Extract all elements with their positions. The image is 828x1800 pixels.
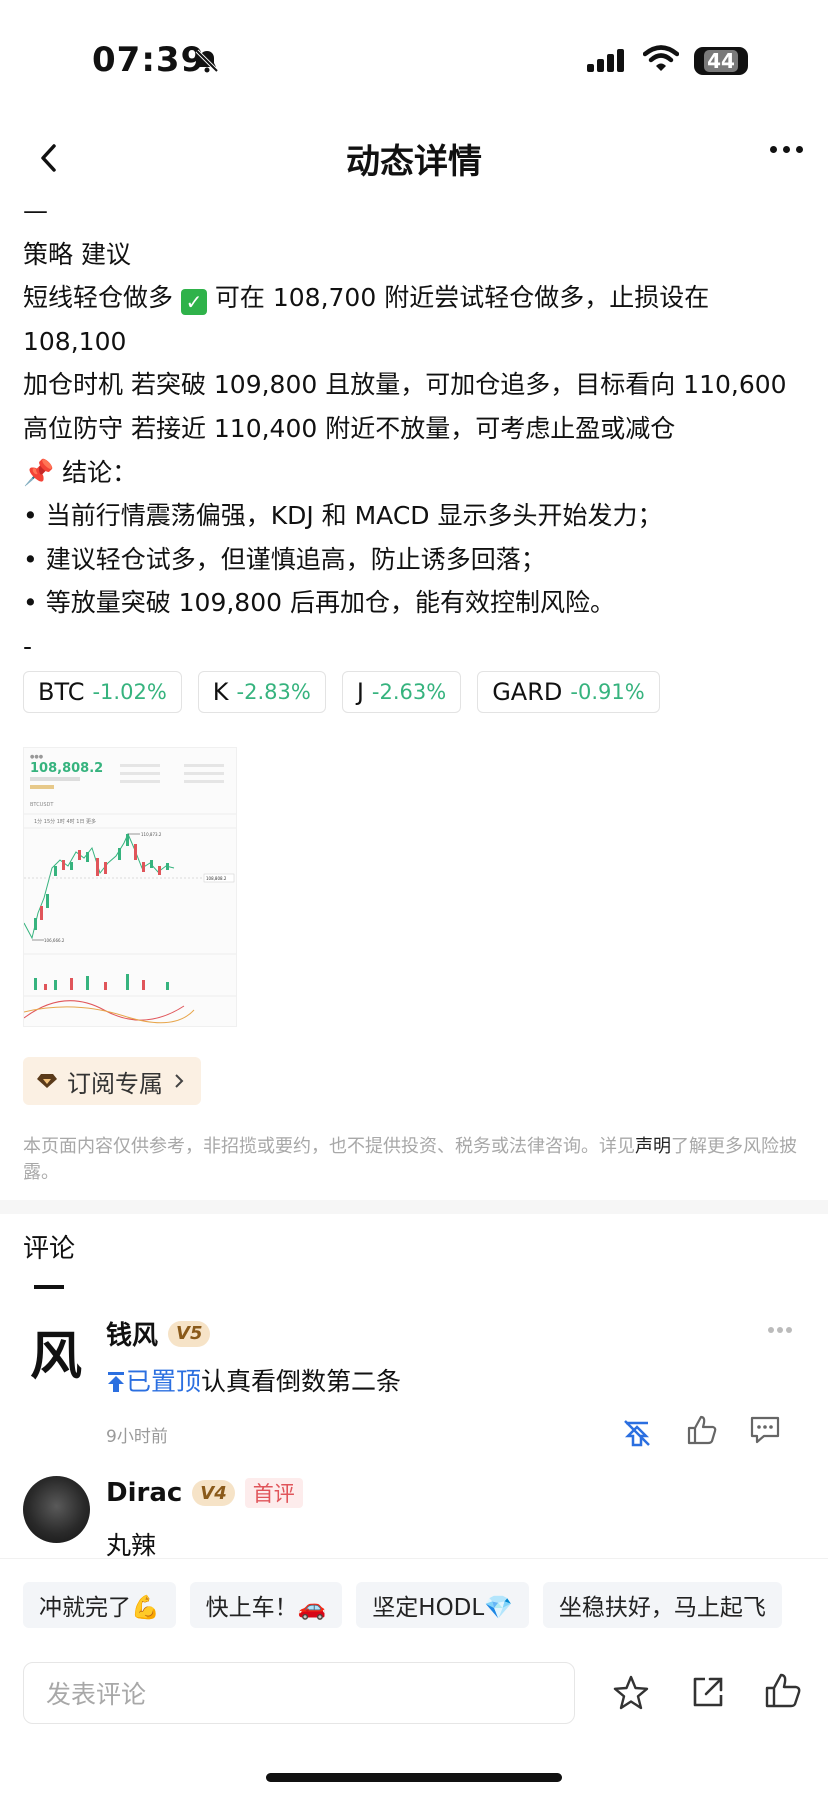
home-indicator bbox=[266, 1773, 562, 1782]
bell-muted-icon bbox=[195, 49, 219, 73]
ticker-symbol: BTC bbox=[38, 678, 85, 706]
signal-icon bbox=[587, 49, 624, 72]
subscribe-button[interactable]: 订阅专属 bbox=[23, 1057, 201, 1105]
text-span: 可在 108,700 附近尝试轻仓做多，止损设在 bbox=[206, 283, 710, 313]
level-badge: V5 bbox=[168, 1320, 211, 1347]
text-line: • 建议轻仓试多，但谨慎追高，防止诱多回落； bbox=[23, 544, 546, 574]
ticker-change: -1.02% bbox=[92, 680, 167, 704]
disclaimer-link[interactable]: 声明 bbox=[635, 1136, 671, 1157]
comment-more-icon[interactable] bbox=[767, 1326, 793, 1334]
comment-header: Dirac V4 首评 bbox=[106, 1478, 303, 1508]
section-divider bbox=[0, 1200, 828, 1214]
svg-text:110,873.2: 110,873.2 bbox=[141, 832, 162, 837]
pin-icon bbox=[108, 1372, 124, 1392]
quick-reply-chip[interactable]: 坐稳扶好，马上起飞 bbox=[542, 1582, 782, 1628]
ticker-chip-j[interactable]: J -2.63% bbox=[341, 671, 462, 713]
svg-text:106,666.2: 106,666.2 bbox=[44, 938, 65, 943]
level-badge: V4 bbox=[192, 1480, 235, 1506]
comment-header: 钱风 V5 bbox=[106, 1315, 211, 1352]
ticker-chip-gard[interactable]: GARD -0.91% bbox=[477, 671, 660, 713]
ticker-change: -2.83% bbox=[236, 680, 311, 704]
post-body: — 策略 建议 短线轻仓做多 ✓ 可在 108,700 附近尝试轻仓做多，止损设… bbox=[23, 189, 813, 669]
ticker-chip-k[interactable]: K -2.83% bbox=[197, 671, 326, 713]
avatar[interactable] bbox=[23, 1476, 90, 1543]
text-line: 高位防守 若接近 110,400 附近不放量，可考虑止盈或减仓 bbox=[23, 413, 676, 443]
text-span: 短线轻仓做多 bbox=[23, 283, 174, 313]
ticker-change: -0.91% bbox=[570, 680, 645, 704]
comments-heading[interactable]: 评论 bbox=[23, 1228, 75, 1265]
text-line: • 等放量突破 109,800 后再加仓，能有效控制风险。 bbox=[23, 588, 615, 618]
comment-body: 已置顶认真看倒数第二条 bbox=[106, 1362, 401, 1398]
comment-input[interactable]: 发表评论 bbox=[23, 1662, 575, 1724]
page-title: 动态详情 bbox=[346, 142, 482, 182]
text-line: - bbox=[23, 631, 33, 661]
more-icon[interactable] bbox=[770, 146, 803, 153]
svg-text:1分 15分 1时 4时 1日 更多: 1分 15分 1时 4时 1日 更多 bbox=[34, 818, 96, 825]
diamond-icon bbox=[37, 1074, 57, 1088]
chevron-right-icon bbox=[175, 1074, 184, 1088]
text-line: 108,100 bbox=[23, 326, 127, 356]
check-mark-icon: ✓ bbox=[180, 289, 207, 316]
like-icon[interactable] bbox=[686, 1414, 718, 1446]
comment-author[interactable]: 钱风 bbox=[106, 1315, 158, 1352]
candlestick-chart-image: ●●● 108,808.2 BTCUSDT 1分 15分 1时 4时 1日 更多 bbox=[23, 754, 236, 1024]
ticker-change: -2.63% bbox=[371, 680, 447, 704]
wifi-icon bbox=[643, 45, 679, 71]
ticker-chips: BTC -1.02% K -2.83% J -2.63% GARD -0.91% bbox=[23, 671, 660, 713]
risk-disclaimer: 本页面内容仅供参考，非招揽或要约，也不提供投资、税务或法律咨询。详见声明了解更多… bbox=[23, 1134, 813, 1186]
pinned-label: 已置顶 bbox=[126, 1367, 202, 1396]
battery-level: 44 bbox=[704, 50, 738, 72]
svg-text:108,808.2: 108,808.2 bbox=[206, 876, 227, 881]
svg-text:BTCUSDT: BTCUSDT bbox=[30, 802, 54, 808]
text-line: 短线轻仓做多 ✓ 可在 108,700 附近尝试轻仓做多，止损设在 bbox=[23, 276, 813, 320]
share-icon[interactable] bbox=[690, 1674, 726, 1710]
comment-text: 丸辣 bbox=[106, 1531, 157, 1560]
text-line: 加仓时机 若突破 109,800 且放量，可加仓追多，目标看向 110,600 bbox=[23, 370, 787, 400]
comment-text: 认真看倒数第二条 bbox=[201, 1367, 402, 1396]
reply-icon[interactable] bbox=[748, 1414, 782, 1446]
like-icon[interactable] bbox=[764, 1672, 802, 1710]
ticker-symbol: J bbox=[356, 678, 364, 706]
thumb-price: 108,808.2 bbox=[30, 761, 103, 776]
ticker-symbol: K bbox=[212, 678, 229, 706]
quick-reply-chip[interactable]: 快上车！🚗 bbox=[189, 1582, 343, 1628]
quick-reply-chip[interactable]: 冲就完了💪 bbox=[23, 1582, 176, 1628]
comment-author[interactable]: Dirac bbox=[106, 1478, 182, 1508]
disclaimer-text: 本页面内容仅供参考，非招揽或要约，也不提供投资、税务或法律咨询。详见 bbox=[23, 1136, 635, 1157]
first-comment-badge: 首评 bbox=[244, 1478, 303, 1508]
quick-reply-chip[interactable]: 坚定HODL💎 bbox=[356, 1582, 529, 1628]
text-line: — bbox=[23, 196, 48, 225]
star-icon[interactable] bbox=[612, 1674, 650, 1712]
ticker-chip-btc[interactable]: BTC -1.02% bbox=[23, 671, 182, 713]
ticker-symbol: GARD bbox=[492, 678, 563, 706]
quick-reply-list: 冲就完了💪 快上车！🚗 坚定HODL💎 坐稳扶好，马上起飞 bbox=[23, 1582, 782, 1628]
text-line: • 当前行情震荡偏强，KDJ 和 MACD 显示多头开始发力； bbox=[23, 501, 663, 531]
text-line: 📌 结论： bbox=[23, 457, 138, 487]
status-time: 07:39 bbox=[92, 40, 206, 80]
chart-screenshot-thumbnail[interactable]: ●●● 108,808.2 BTCUSDT 1分 15分 1时 4时 1日 更多 bbox=[23, 747, 237, 1027]
comments-tab-indicator bbox=[34, 1285, 64, 1289]
avatar[interactable]: 风 bbox=[23, 1318, 89, 1387]
unpin-icon[interactable] bbox=[622, 1418, 652, 1448]
battery-indicator: 44 bbox=[694, 47, 748, 75]
comment-time: 9小时前 bbox=[106, 1427, 168, 1447]
subscribe-label: 订阅专属 bbox=[67, 1069, 163, 1098]
text-line: 策略 建议 bbox=[23, 239, 131, 269]
svg-text:●●●: ●●● bbox=[30, 754, 44, 760]
